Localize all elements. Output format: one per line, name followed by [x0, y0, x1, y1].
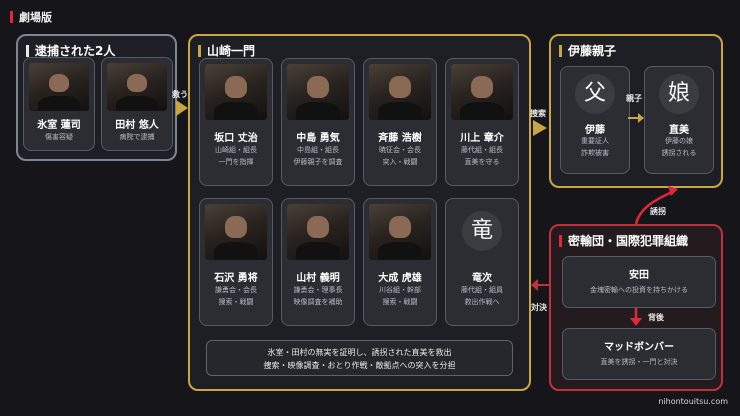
group-yamazaki: 山崎一門 坂口 丈治 山崎組・組長 一門を指揮 中島 勇気 中島組・組長 伊藤親…: [188, 34, 531, 391]
person-desc: 直美を誘拐・一門と対決: [600, 358, 678, 366]
portrait-photo: [29, 63, 89, 111]
portrait-photo: [451, 64, 513, 120]
person-desc: 突入・戦闘: [382, 158, 418, 166]
person-name: 竜次: [472, 273, 492, 284]
person-desc: 藤代組・組長: [461, 146, 503, 154]
person-desc: 誘拐される: [661, 149, 697, 157]
person-name: 斉藤 浩樹: [378, 133, 422, 144]
rescue-arrow: [176, 100, 188, 116]
confront-arrow-head: [531, 279, 538, 291]
site-credit: nihontouitsu.com: [658, 397, 728, 406]
person-name: 伊藤: [585, 125, 605, 136]
portrait-photo: [287, 204, 349, 260]
edge-label-confront: 対決: [531, 303, 547, 312]
person-desc: 病院で逮捕: [119, 133, 155, 141]
edge-label-rescue: 救う: [172, 90, 188, 99]
character-symbol: 娘: [659, 74, 699, 114]
person-desc: 伊藤の娘: [665, 137, 693, 145]
portrait-photo: [205, 204, 267, 260]
person-name: 坂口 丈治: [214, 133, 258, 144]
portrait-photo: [369, 64, 431, 120]
person-name: 氷室 蓮司: [37, 120, 81, 131]
mission-summary: 氷室・田村の無実を証明し、誘拐された直美を救出 捜索・映像調査・おとり作戦・敵拠…: [206, 340, 513, 376]
person-card-naomi[interactable]: 娘 直美 伊藤の娘 誘拐される: [644, 66, 714, 174]
person-desc: 重要証人: [581, 137, 609, 145]
person-desc: 謙勇会・会長: [215, 286, 257, 294]
person-desc: 山崎組・組長: [215, 146, 257, 154]
edge-label-behind: 背後: [648, 313, 664, 322]
person-name: 田村 悠人: [115, 120, 159, 131]
person-card-sakaguchi[interactable]: 坂口 丈治 山崎組・組長 一門を指揮: [199, 58, 273, 186]
group-ito: 伊藤親子 父 伊藤 重要証人 詐欺被害 娘 直美 伊藤の娘 誘拐される: [549, 34, 723, 188]
person-desc: 謙勇会・理事長: [293, 286, 343, 294]
person-card-ryuji[interactable]: 竜 竜次 藤代組・組員 救出作戦へ: [445, 198, 519, 326]
group-yamazaki-title: 山崎一門: [198, 42, 255, 59]
group-smuggling-title: 密輸団・国際犯罪組織: [559, 232, 688, 249]
person-desc: 金塊密輸への投資を持ちかける: [590, 286, 688, 294]
portrait-photo: [369, 204, 431, 260]
person-desc: 暁征会・会長: [379, 146, 421, 154]
title-accent-bar: [10, 11, 13, 23]
person-card-yasuda[interactable]: 安田 金塊密輸への投資を持ちかける: [562, 256, 716, 308]
person-card-mad-bomber[interactable]: マッドボンバー 直美を誘拐・一門と対決: [562, 328, 716, 380]
person-desc: 捜索・戦闘: [218, 298, 254, 306]
title-bar: [198, 44, 201, 57]
person-name: 安田: [629, 270, 649, 281]
person-name: 直美: [669, 125, 689, 136]
person-name: 山村 義明: [296, 273, 340, 284]
person-card-kawakami[interactable]: 川上 章介 藤代組・組長 直美を守る: [445, 58, 519, 186]
person-card-tamura[interactable]: 田村 悠人 病院で逮捕: [101, 57, 173, 151]
person-desc: 傷害容疑: [45, 133, 73, 141]
person-desc: 救出作戦へ: [464, 298, 500, 306]
edge-label-parent-child: 親子: [626, 94, 642, 103]
person-desc: 捜索・戦闘: [382, 298, 418, 306]
person-desc: 伊藤親子を調査: [293, 158, 343, 166]
edge-label-search: 捜索: [530, 109, 546, 118]
page-title: 劇場版: [10, 9, 52, 25]
person-name: 大成 虎雄: [378, 273, 422, 284]
person-desc: 藤代組・組員: [461, 286, 503, 294]
page-title-text: 劇場版: [19, 11, 52, 24]
person-card-ishizawa[interactable]: 石沢 勇将 謙勇会・会長 捜索・戦闘: [199, 198, 273, 326]
person-card-nakajima[interactable]: 中島 勇気 中島組・組長 伊藤親子を調査: [281, 58, 355, 186]
person-desc: 一門を指揮: [218, 158, 254, 166]
group-ito-title: 伊藤親子: [559, 42, 616, 59]
edge-label-kidnap: 誘拐: [650, 207, 666, 216]
person-name: 中島 勇気: [296, 133, 340, 144]
portrait-photo: [287, 64, 349, 120]
title-bar: [559, 44, 562, 57]
summary-line: 捜索・映像調査・おとり作戦・敵拠点への突入を分担: [263, 361, 456, 370]
person-desc: 映像調査を補助: [293, 298, 343, 306]
group-smuggling: 密輸団・国際犯罪組織 安田 金塊密輸への投資を持ちかける マッドボンバー 直美を…: [549, 224, 723, 391]
person-card-saito[interactable]: 斉藤 浩樹 暁征会・会長 突入・戦闘: [363, 58, 437, 186]
person-name: 石沢 勇将: [214, 273, 258, 284]
title-bar: [559, 234, 562, 247]
person-card-ito[interactable]: 父 伊藤 重要証人 詐欺被害: [560, 66, 630, 174]
character-symbol: 竜: [462, 211, 502, 251]
portrait-photo: [205, 64, 267, 120]
person-card-yamamura[interactable]: 山村 義明 謙勇会・理事長 映像調査を補助: [281, 198, 355, 326]
group-arrested: 逮捕された2人 氷室 蓮司 傷害容疑 田村 悠人 病院で逮捕: [16, 34, 177, 161]
person-desc: 直美を守る: [464, 158, 500, 166]
person-name: 川上 章介: [460, 133, 504, 144]
person-card-onari[interactable]: 大成 虎雄 川谷組・幹部 捜索・戦闘: [363, 198, 437, 326]
person-name: マッドボンバー: [604, 342, 674, 353]
person-card-himuro[interactable]: 氷室 蓮司 傷害容疑: [23, 57, 95, 151]
character-symbol: 父: [575, 74, 615, 114]
summary-line: 氷室・田村の無実を証明し、誘拐された直美を救出: [267, 348, 452, 357]
portrait-photo: [107, 63, 167, 111]
person-desc: 詐欺被害: [581, 149, 609, 157]
person-desc: 川谷組・幹部: [379, 286, 421, 294]
person-desc: 中島組・組長: [297, 146, 339, 154]
title-bar: [26, 44, 29, 57]
search-arrow: [533, 120, 547, 136]
